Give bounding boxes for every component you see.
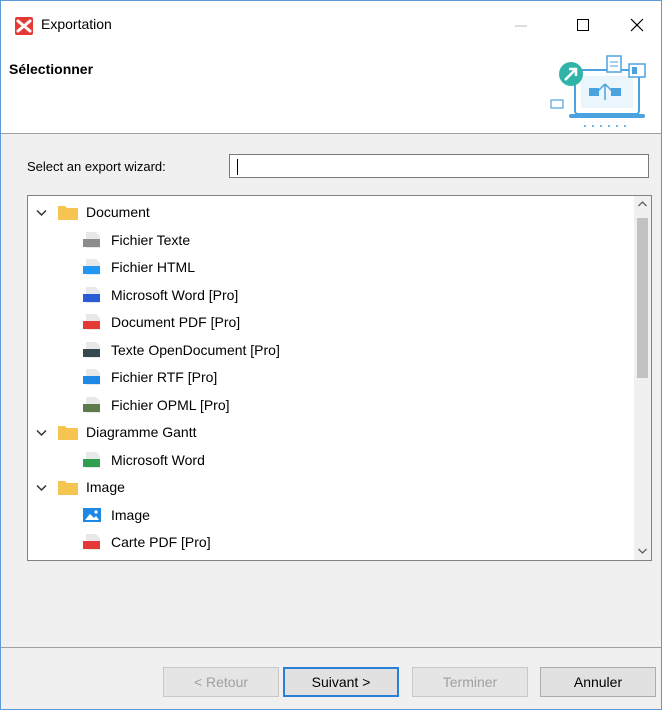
opml-file-icon: [83, 396, 101, 416]
text-caret: [237, 159, 238, 175]
tree-item[interactable]: Microsoft Word: [28, 446, 628, 473]
wizard-header: Sélectionner: [1, 49, 661, 134]
close-button[interactable]: [615, 7, 661, 43]
odt-file-icon: [83, 341, 101, 361]
tree-item-label: Microsoft Word [Pro]: [111, 286, 239, 303]
minimize-button[interactable]: [499, 7, 545, 43]
tree-item[interactable]: Microsoft Word [Pro]: [28, 281, 628, 308]
image-file-icon: [83, 507, 101, 526]
doc-file-icon: [83, 286, 101, 306]
maximize-button[interactable]: [561, 7, 607, 43]
tree-item[interactable]: Texte OpenDocument [Pro]: [28, 336, 628, 363]
folder-icon: [58, 479, 78, 498]
export-wizard-search-input[interactable]: [229, 154, 649, 178]
tree-item-label: Fichier OPML [Pro]: [111, 396, 230, 413]
tree-folder-label: Image: [86, 479, 125, 495]
cancel-button[interactable]: Annuler: [540, 667, 656, 697]
rtf-file-icon: [83, 369, 101, 388]
chevron-down-icon[interactable]: [36, 480, 47, 495]
xmind-app-icon: [15, 17, 33, 35]
tree-folder[interactable]: Document: [28, 198, 628, 225]
tree-item-label: Image: [111, 506, 150, 523]
tree-item[interactable]: Document PDF [Pro]: [28, 308, 628, 335]
tree-item-label: Carte PDF [Pro]: [111, 534, 211, 550]
scroll-thumb[interactable]: [637, 218, 648, 378]
next-button[interactable]: Suivant >: [283, 667, 399, 697]
mpp-file-icon: [83, 451, 101, 471]
tree-item[interactable]: Carte PDF [Pro]: [28, 528, 628, 555]
tree-folder-label: Document: [86, 204, 150, 220]
txt-file-icon: [83, 231, 101, 251]
tree-folder[interactable]: Image: [28, 473, 628, 500]
back-button[interactable]: < Retour: [163, 667, 279, 697]
vertical-scrollbar[interactable]: [634, 196, 651, 560]
tree-item-label: Document PDF [Pro]: [111, 314, 241, 330]
tree-item-label: Microsoft Word: [111, 451, 205, 468]
tree-item[interactable]: Image: [28, 501, 628, 528]
title-bar: Exportation: [1, 1, 661, 49]
scroll-down-button[interactable]: [634, 543, 651, 560]
footer-divider: [1, 647, 661, 648]
page-title: Sélectionner: [9, 61, 94, 77]
export-illustration-icon: [545, 54, 657, 131]
tree-folder-label: Diagramme Gantt: [86, 424, 197, 440]
chevron-down-icon[interactable]: [36, 425, 47, 440]
export-dialog: Exportation Sélectionner Select an expor…: [0, 0, 662, 710]
tree-item-label: Fichier Texte: [111, 231, 191, 248]
tree-item-label: Fichier HTML: [111, 259, 196, 275]
export-wizard-label: Select an export wizard:: [27, 159, 166, 174]
tree-folder[interactable]: Diagramme Gantt: [28, 418, 628, 445]
tree-item[interactable]: Fichier OPML [Pro]: [28, 391, 628, 418]
tree-item[interactable]: Fichier Texte: [28, 226, 628, 253]
chevron-down-icon[interactable]: [36, 205, 47, 220]
scroll-up-button[interactable]: [634, 196, 651, 213]
html-file-icon: [83, 259, 101, 278]
pdf-file-icon: [83, 534, 101, 553]
tree-item[interactable]: Fichier HTML: [28, 253, 628, 280]
tree-item-label: Fichier RTF [Pro]: [111, 369, 218, 385]
tree-item-label: Texte OpenDocument [Pro]: [111, 341, 280, 358]
finish-button[interactable]: Terminer: [412, 667, 528, 697]
pdf-file-icon: [83, 314, 101, 333]
export-wizard-tree[interactable]: Carte PDF [Pro] Image Image Microsoft Word D…: [27, 195, 652, 561]
tree-item[interactable]: Fichier RTF [Pro]: [28, 363, 628, 390]
folder-icon: [58, 204, 78, 223]
folder-icon: [58, 424, 78, 443]
window-title: Exportation: [41, 16, 112, 32]
